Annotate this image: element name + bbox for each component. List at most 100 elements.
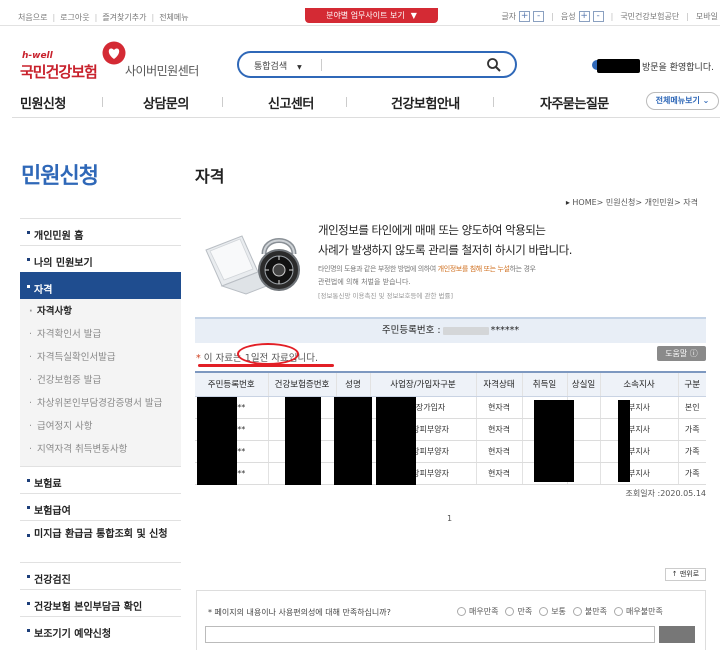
search-icon[interactable] [486,57,502,73]
annotation-underline [198,364,334,367]
col-branch: 소속지사 [599,371,678,397]
gnb-insurance-guide[interactable]: 건강보험안내 [391,93,460,112]
notice-line-2: 사례가 발생하지 않도록 관리를 철저히 하시기 바랍니다. [318,243,572,257]
survey-option-dissatisfied[interactable]: 불만족 [572,606,607,617]
logo-subtitle: 사이버민원센터 [125,64,199,78]
redaction-block [618,400,630,482]
work-site-dropdown[interactable]: 분야별 업무사이트 보기 ▼ [305,8,438,23]
col-status: 자격상태 [475,371,522,397]
notice-law-reference: [정보통신망 이용촉진 및 정보보호등에 관한 법률] [318,292,454,300]
lnb-sub-qualification-details[interactable]: 자격사항 [20,303,181,326]
col-workplace-type: 사업장/가입자구분 [369,371,476,397]
search-scope-select[interactable]: 통합검색 ▼ [254,59,302,72]
redaction-block [376,397,416,485]
logo-hwell[interactable]: h-well [22,51,53,61]
welcome-text: 방문을 환영합니다. [642,63,714,73]
col-resident-number: 주민등록번호 [195,371,268,397]
lnb-sub-qualification-certificate[interactable]: 자격확인서 발급 [20,326,181,349]
dropdown-arrow-icon: ▼ [297,64,302,71]
lnb-sub-insurance-card[interactable]: 건강보험증 발급 [20,372,181,395]
gnb-divider [12,117,720,118]
survey-option-very-satisfied[interactable]: 매우만족 [457,606,498,617]
sound-decrease-button[interactable]: - [592,11,604,22]
lnb-sub-gain-loss-certificate[interactable]: 자격득실확인서발급 [20,349,181,372]
page-title: 자격 [195,167,225,186]
lnb-title: 민원신청 [21,164,99,189]
survey-option-satisfied[interactable]: 만족 [505,606,532,617]
lnb-item-assistive-device[interactable]: 보조기기 예약신청 [20,616,181,643]
bookmark-link[interactable]: 즐겨찾기추가 [102,13,146,22]
help-button[interactable]: 도움말 ⓘ [657,346,706,361]
logout-link[interactable]: 로그아웃 [60,13,89,22]
redaction-block [285,397,321,485]
lnb-sub-copay-reduction[interactable]: 차상위본인부담경감증명서 발급 [20,395,181,418]
utility-links: 처음으로 | 로그아웃 | 즐겨찾기추가 | 전체메뉴 [18,13,189,22]
font-decrease-button[interactable]: - [533,11,545,22]
chevron-down-icon: ▼ [410,11,417,20]
survey-options: 매우만족 만족 보통 불만족 매우불만족 [457,606,663,617]
mobile-link[interactable]: 모바일 [696,11,718,22]
font-size-label: 글자 [501,12,517,21]
lnb-item-health-checkup[interactable]: 건강검진 [20,562,181,589]
lnb-sub-benefit-suspension[interactable]: 급여정지 사항 [20,418,181,441]
resident-number-value: ****** [490,325,520,336]
heart-logo-icon [102,41,126,65]
all-menu-button[interactable]: 전체메뉴보기 ⌄ [646,92,719,110]
col-acquired-date: 취득일 [521,371,567,397]
lnb-item-premium[interactable]: 보험료 [20,466,181,493]
resident-number-masked [442,326,489,335]
table-header-row: 주민등록번호 건강보험증번호 성명 사업장/가입자구분 자격상태 취득일 상실일… [195,371,706,397]
user-name-redacted [597,59,640,73]
col-insurance-card-number: 건강보험증번호 [267,371,336,397]
col-name: 성명 [335,371,370,397]
gnb-report-center[interactable]: 신고센터 [268,93,314,112]
redaction-block [197,397,237,485]
lnb-item-benefits[interactable]: 보험급여 [20,493,181,520]
back-to-top-button[interactable]: ↑ 맨위로 [665,568,706,581]
laptop-lock-illustration [205,235,300,295]
work-site-label: 분야별 업무사이트 보기 [326,11,405,20]
lnb-item-my-requests[interactable]: 나의 민원보기 [20,245,181,272]
col-lost-date: 상실일 [566,371,600,397]
gnb-civil-request[interactable]: 민원신청 [20,93,66,112]
lnb-submenu: 자격사항 자격확인서 발급 자격득실확인서발급 건강보험증 발급 차상위본인부담… [20,299,181,466]
redaction-block [534,400,574,482]
gnb-faq[interactable]: 자주묻는질문 [540,93,609,112]
gnb-consult[interactable]: 상담문의 [143,93,189,112]
home-link[interactable]: 처음으로 [18,13,47,22]
survey-submit-button[interactable] [659,626,695,643]
col-relation: 구분 [677,371,706,397]
survey-option-very-dissatisfied[interactable]: 매우불만족 [614,606,663,617]
resident-number-bar: 주민등록번호 : ****** [195,317,706,343]
radio-icon [505,607,515,616]
top-divider [0,25,720,26]
resident-number-label: 주민등록번호 : [381,325,441,336]
font-increase-button[interactable]: + [519,11,531,22]
lnb-item-personal-home[interactable]: 개인민원 홈 [20,218,181,245]
survey-question: * 페이지의 내용이나 사용편의성에 대해 만족하십니까? [208,608,391,617]
logo-title[interactable]: 국민건강보험 [20,61,98,82]
lnb-item-unpaid-refund[interactable]: 미지급 환급금 통합조회 및 신청 [20,520,181,562]
breadcrumb: ▸ HOME> 민원신청> 개인민원> 자격 [565,198,698,207]
lnb-sub-regional-changes[interactable]: 지역자격 취득변동사항 [20,441,181,464]
sound-increase-button[interactable]: + [578,11,590,22]
utility-right: 글자 + - | 음성 + - | 국민건강보험공단 | 모바일 [501,11,718,22]
satisfaction-survey: * 페이지의 내용이나 사용편의성에 대해 만족하십니까? 매우만족 만족 보통… [196,590,706,650]
redaction-block [334,397,372,485]
radio-icon [572,607,582,616]
lnb-item-copay-check[interactable]: 건강보험 본인부담금 확인 [20,589,181,616]
sound-label: 음성 [560,12,576,21]
radio-icon [539,607,549,616]
survey-comment-input[interactable] [205,626,655,643]
notice-detail-2: 관련법에 의해 처벌을 받습니다. [318,278,411,286]
radio-icon [614,607,624,616]
radio-icon [457,607,466,616]
side-navigation: 개인민원 홈 나의 민원보기 자격 자격사항 자격확인서 발급 자격득실확인서발… [20,218,181,643]
org-link[interactable]: 국민건강보험공단 [620,11,679,22]
pagination-page[interactable]: 1 [447,514,452,523]
search-bar: 통합검색 ▼ [237,51,517,78]
lnb-item-qualification[interactable]: 자격 [20,272,181,299]
survey-option-neutral[interactable]: 보통 [539,606,566,617]
annotation-circle [237,343,299,365]
all-menu-link[interactable]: 전체메뉴 [159,13,188,22]
